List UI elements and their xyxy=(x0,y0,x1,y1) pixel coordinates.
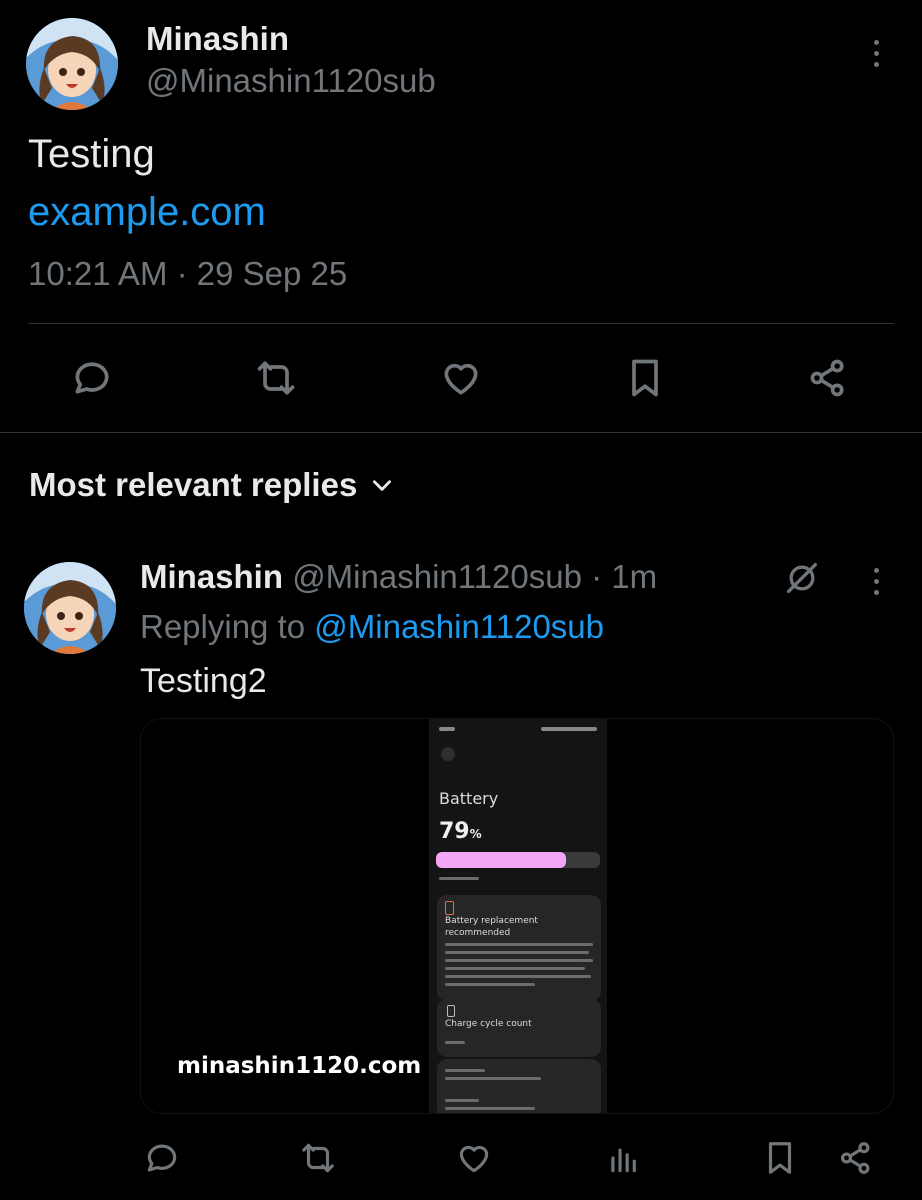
reply-button[interactable] xyxy=(64,350,120,406)
tweet-text: Testing xyxy=(28,132,155,176)
reply-author-handle[interactable]: @Minashin1120sub xyxy=(292,558,582,595)
bookmark-icon xyxy=(768,1142,792,1174)
reply-age[interactable]: · 1m xyxy=(591,558,657,595)
battery-level-value: 79% xyxy=(439,819,482,844)
tweet-link[interactable]: example.com xyxy=(28,190,266,235)
grok-icon[interactable] xyxy=(782,558,822,598)
share-icon xyxy=(810,359,844,397)
reply-sort-label: Most relevant replies xyxy=(29,466,358,503)
tweet-timestamp[interactable]: 10:21 AM · 29 Sep 25 xyxy=(28,255,347,293)
like-button[interactable] xyxy=(433,350,489,406)
battery-warning-card: Battery replacement recommended xyxy=(437,895,601,1001)
reply-header: Minashin @Minashin1120sub · 1m xyxy=(140,558,657,596)
reply-more-options-icon[interactable] xyxy=(870,568,882,595)
charge-cycle-card: Charge cycle count xyxy=(437,999,601,1057)
reply-retweet-button[interactable] xyxy=(290,1130,346,1186)
battery-bar-fill xyxy=(436,852,566,868)
reply-views-button[interactable] xyxy=(596,1130,652,1186)
replying-to-label: Replying to xyxy=(140,608,306,645)
section-divider xyxy=(0,432,922,433)
avatar-illustration xyxy=(26,18,118,110)
reply-sort-dropdown[interactable]: Most relevant replies xyxy=(29,466,395,504)
author-avatar[interactable] xyxy=(26,18,118,110)
reply-icon xyxy=(75,362,109,394)
battery-usage-card xyxy=(437,1059,601,1113)
share-icon xyxy=(840,1142,870,1174)
like-icon xyxy=(459,1145,489,1173)
screen-title: Battery xyxy=(439,789,499,808)
reply-media-image[interactable]: Battery 79% Battery replacement recommen… xyxy=(140,718,894,1114)
reply-author-avatar[interactable] xyxy=(24,562,116,654)
reply-reply-button[interactable] xyxy=(134,1130,190,1186)
divider xyxy=(28,323,894,324)
battery-screenshot: Battery 79% Battery replacement recommen… xyxy=(429,719,607,1113)
author-name[interactable]: Minashin xyxy=(146,20,289,58)
like-icon xyxy=(444,363,478,395)
more-options-icon[interactable] xyxy=(870,40,882,67)
battery-bar xyxy=(436,852,600,868)
retweet-button[interactable] xyxy=(248,350,304,406)
bookmark-button[interactable] xyxy=(617,350,673,406)
reply-like-button[interactable] xyxy=(446,1130,502,1186)
author-handle[interactable]: @Minashin1120sub xyxy=(146,62,436,100)
retweet-icon xyxy=(302,1143,334,1173)
media-watermark: minashin1120.com xyxy=(177,1053,422,1079)
card2-title: Charge cycle count xyxy=(445,1019,532,1029)
reply-icon xyxy=(147,1144,177,1172)
replying-to: Replying to @Minashin1120sub xyxy=(140,608,604,646)
bookmark-icon xyxy=(632,359,658,397)
reply-share-button[interactable] xyxy=(828,1130,884,1186)
share-button[interactable] xyxy=(800,350,856,406)
reply-text: Testing2 xyxy=(140,662,267,700)
reply-bookmark-button[interactable] xyxy=(752,1130,808,1186)
replying-to-handle[interactable]: @Minashin1120sub xyxy=(314,608,604,645)
card1-title: Battery replacement recommended xyxy=(445,916,538,938)
views-icon xyxy=(611,1148,636,1173)
chevron-down-icon xyxy=(373,480,392,491)
retweet-icon xyxy=(257,361,295,395)
avatar-illustration xyxy=(24,562,116,654)
reply-author-name[interactable]: Minashin xyxy=(140,558,283,595)
